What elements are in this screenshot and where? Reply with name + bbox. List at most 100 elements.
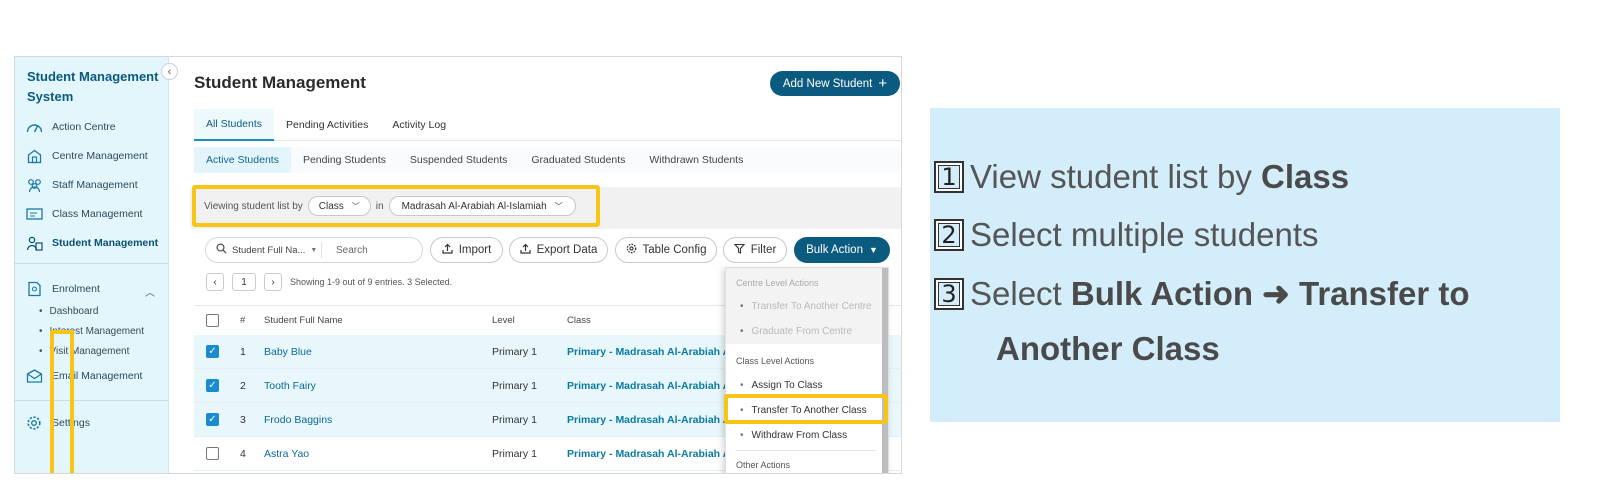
student-class-link[interactable]: Primary - Madrasah Al-Arabiah Al-I xyxy=(567,335,737,368)
sidebar-item-email-management[interactable]: Email Management xyxy=(25,366,142,386)
caret-down-icon: ▼ xyxy=(868,245,878,255)
classroom-board-icon xyxy=(25,206,43,222)
import-button[interactable]: Import xyxy=(430,237,503,263)
view-by-select[interactable]: Class ﹀ xyxy=(307,196,371,216)
caret-down-icon: ▼ xyxy=(310,246,318,254)
row-checkbox[interactable] xyxy=(206,437,219,470)
import-label: Import xyxy=(458,244,492,256)
subtab-graduated-students[interactable]: Graduated Students xyxy=(519,147,637,173)
sidebar-divider xyxy=(15,263,169,264)
menu-scrollbar[interactable] xyxy=(882,268,888,473)
prev-page-button[interactable]: ‹ xyxy=(206,273,224,291)
student-name-link[interactable]: Baby Blue xyxy=(264,335,312,368)
step-number: 1 xyxy=(934,161,964,193)
bulk-action-button[interactable]: Bulk Action ▼ xyxy=(794,237,890,263)
instruction-panel: 1 View student list by Class 2 Select mu… xyxy=(930,108,1560,422)
view-by-value: Class xyxy=(318,200,344,212)
subtab-suspended-students[interactable]: Suspended Students xyxy=(398,147,520,173)
search-group: Student Full Na... ▼ Search xyxy=(205,237,423,263)
column-header-class[interactable]: Class xyxy=(567,306,591,335)
sidebar-item-label: Action Centre xyxy=(52,121,116,133)
centre-value: Madrasah Al-Arabiah Al-Islamiah xyxy=(401,200,547,212)
tab-activity-log[interactable]: Activity Log xyxy=(380,109,458,141)
sidebar-item-label: Enrolment xyxy=(52,283,100,295)
row-checkbox[interactable]: ✓ xyxy=(206,369,219,402)
current-page[interactable]: 1 xyxy=(232,273,256,291)
filter-icon xyxy=(733,243,745,257)
menu-section-centre: Centre Level Actions xyxy=(736,278,819,288)
screenshot-canvas: Student Management System Action Centre … xyxy=(0,0,1600,485)
student-level: Primary 1 xyxy=(492,379,537,392)
table-config-label: Table Config xyxy=(642,244,707,256)
row-checkbox[interactable]: ✓ xyxy=(206,403,219,436)
search-field-select[interactable]: Student Full Na... ▼ xyxy=(206,242,322,258)
select-all-checkbox[interactable] xyxy=(206,306,219,335)
student-name-link[interactable]: Tooth Fairy xyxy=(264,369,316,402)
sidebar-item-class-management[interactable]: Class Management xyxy=(25,204,142,224)
sidebar-item-action-centre[interactable]: Action Centre xyxy=(25,117,116,137)
sidebar-item-enrolment[interactable]: Enrolment xyxy=(25,279,100,299)
search-input[interactable]: Search xyxy=(322,245,368,256)
chevron-up-icon[interactable]: ︿ xyxy=(145,284,155,299)
page-title: Student Management xyxy=(194,73,366,92)
step-3-continued: Another Class xyxy=(996,330,1220,367)
row-number: 4 xyxy=(240,447,246,460)
sidebar-item-centre-management[interactable]: Centre Management xyxy=(25,146,148,166)
step-number: 2 xyxy=(934,219,964,251)
sidebar-item-label: Staff Management xyxy=(52,179,138,191)
search-icon xyxy=(216,243,227,257)
export-icon xyxy=(520,243,531,257)
column-header-name[interactable]: Student Full Name xyxy=(264,306,343,335)
tab-pending-activities[interactable]: Pending Activities xyxy=(274,109,380,141)
student-class-link[interactable]: Primary - Madrasah Al-Arabiah Al-I xyxy=(567,437,737,470)
sidebar-item-label: Class Management xyxy=(52,208,143,220)
upload-icon xyxy=(442,243,453,257)
student-level: Primary 1 xyxy=(492,345,537,358)
step-text: Select xyxy=(970,274,1071,312)
view-by-highlight: Viewing student list by Class ﹀ in Madra… xyxy=(192,185,600,227)
subtab-withdrawn-students[interactable]: Withdrawn Students xyxy=(637,147,755,173)
menu-item-assign-class[interactable]: Assign To Class xyxy=(740,380,823,391)
checkbox-highlight xyxy=(50,330,74,473)
row-number: 1 xyxy=(240,345,246,358)
sidebar-subitem-dashboard[interactable]: Dashboard xyxy=(39,306,99,317)
step-3: 3 Select Bulk Action ➜ Transfer to xyxy=(934,274,1470,313)
sidebar-item-label: Centre Management xyxy=(52,150,148,162)
column-header-level[interactable]: Level xyxy=(492,306,515,335)
table-config-button[interactable]: Table Config xyxy=(615,237,717,263)
in-label: in xyxy=(375,200,384,212)
next-page-button[interactable]: › xyxy=(264,273,282,291)
brand-title: Student Management System xyxy=(27,69,159,104)
filter-button[interactable]: Filter xyxy=(723,237,787,263)
student-level: Primary 1 xyxy=(492,447,537,460)
tab-all-students[interactable]: All Students xyxy=(194,109,275,141)
view-by-bar: Viewing student list by Class ﹀ in Madra… xyxy=(190,185,901,229)
gear-icon xyxy=(25,415,43,431)
export-data-button[interactable]: Export Data xyxy=(509,237,608,263)
transfer-class-highlight xyxy=(724,394,888,424)
building-icon xyxy=(25,148,43,164)
student-name-link[interactable]: Astra Yao xyxy=(264,437,309,470)
students-icon xyxy=(25,235,43,251)
add-new-student-label: Add New Student xyxy=(782,77,873,90)
menu-item-transfer-centre: Transfer To Another Centre xyxy=(740,301,872,312)
collapse-sidebar-button[interactable]: ‹ xyxy=(161,63,178,80)
chevron-down-icon: ﹀ xyxy=(554,201,563,211)
sidebar-item-staff-management[interactable]: Staff Management xyxy=(25,175,138,195)
email-icon xyxy=(25,368,43,384)
student-name-link[interactable]: Frodo Baggins xyxy=(264,403,332,436)
column-header-number: # xyxy=(240,315,246,326)
student-class-link[interactable]: Primary - Madrasah Al-Arabiah Al-I xyxy=(567,403,737,436)
subtab-active-students[interactable]: Active Students xyxy=(194,147,291,173)
add-new-student-button[interactable]: Add New Student + xyxy=(770,71,900,96)
row-checkbox[interactable]: ✓ xyxy=(206,335,219,368)
enrolment-icon xyxy=(25,281,43,297)
subtab-pending-students[interactable]: Pending Students xyxy=(291,147,398,173)
centre-select[interactable]: Madrasah Al-Arabiah Al-Islamiah ﹀ xyxy=(388,196,576,216)
menu-section-class: Class Level Actions xyxy=(736,356,815,366)
sidebar-item-student-management[interactable]: Student Management xyxy=(25,233,158,253)
student-class-link[interactable]: Primary - Madrasah Al-Arabiah Al-I xyxy=(567,369,737,402)
menu-divider xyxy=(736,450,876,451)
menu-item-withdraw-class[interactable]: Withdraw From Class xyxy=(740,430,848,441)
sidebar: Student Management System Action Centre … xyxy=(15,57,169,473)
